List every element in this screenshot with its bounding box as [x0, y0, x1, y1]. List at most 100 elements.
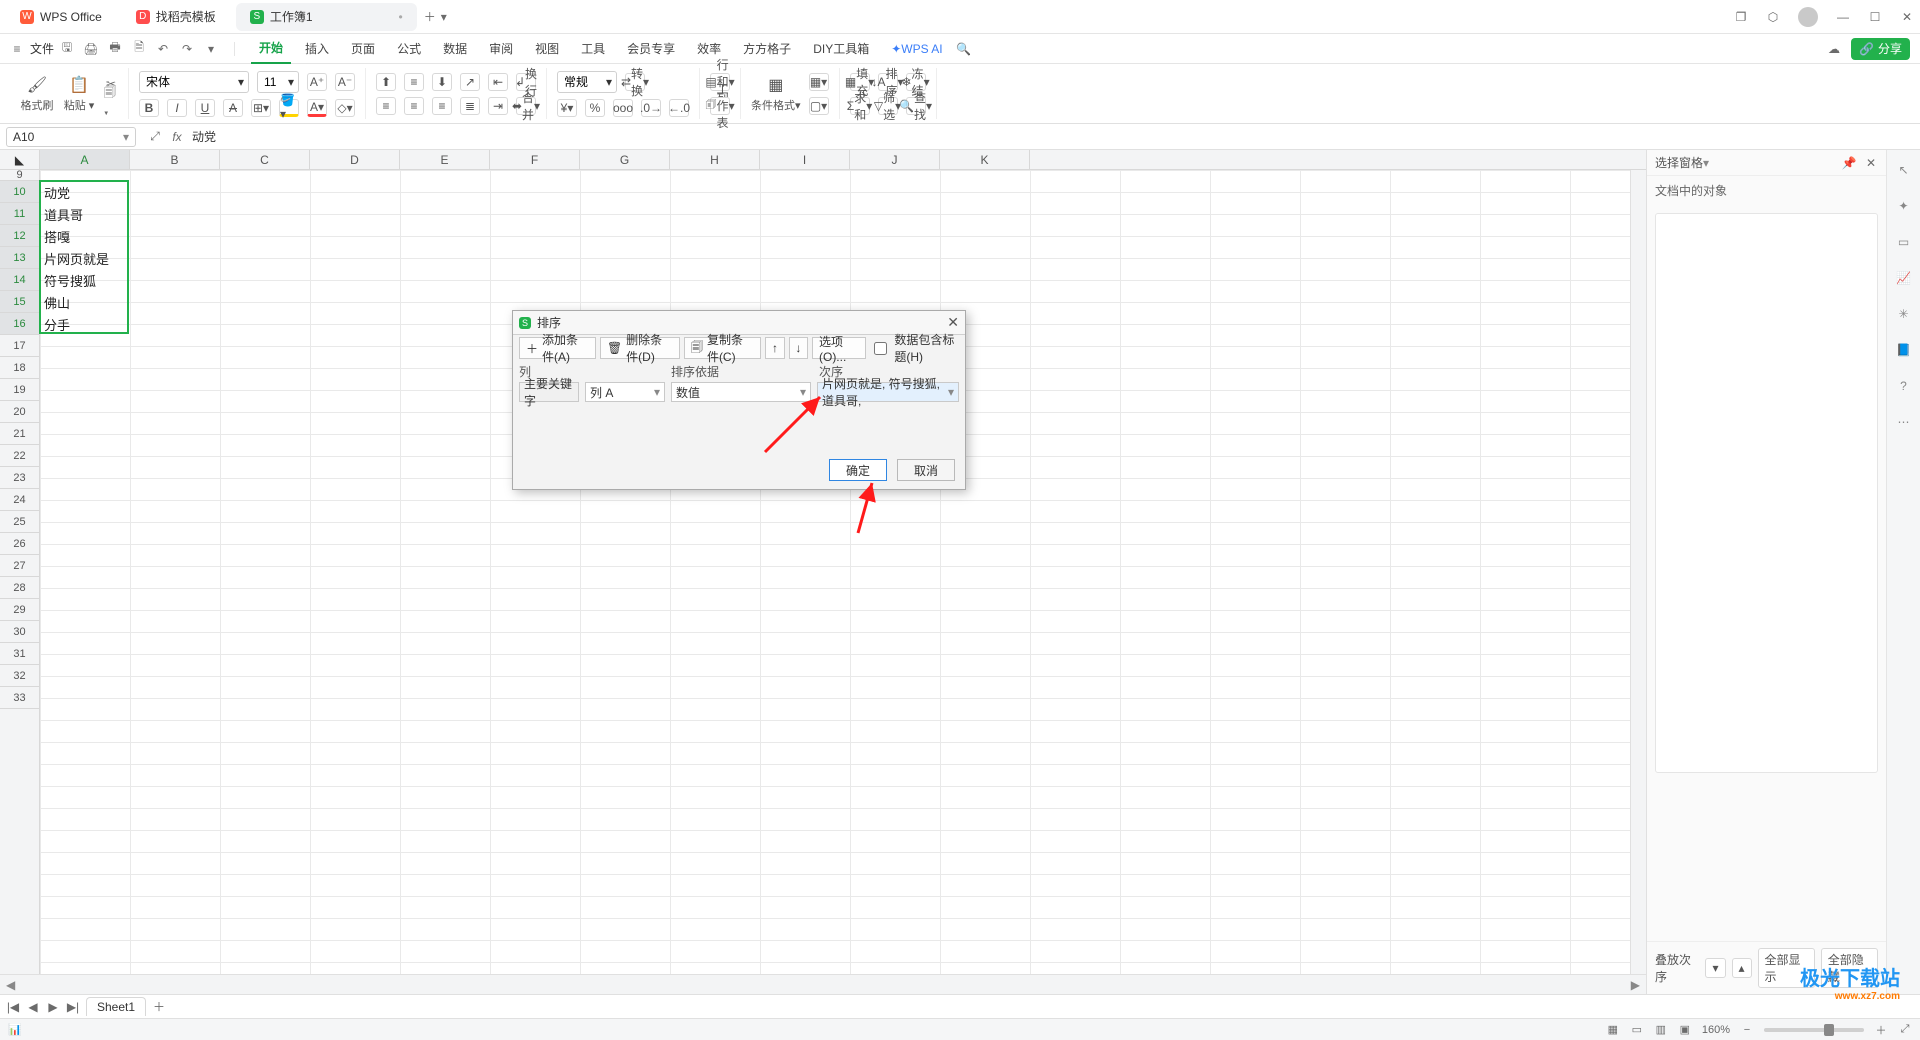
expand-fx-icon[interactable]: ⤢	[148, 130, 162, 144]
row-header[interactable]: 31	[0, 643, 39, 665]
dec-inc-icon[interactable]: .0→	[641, 99, 661, 117]
cube-icon[interactable]: ⬡	[1766, 10, 1780, 24]
align-left-icon[interactable]: ≡	[376, 97, 396, 115]
cond-format-button[interactable]: ▦条件格式▾	[751, 69, 801, 119]
number-format-combo[interactable]: ▾	[557, 71, 617, 93]
help-icon[interactable]: ?	[1894, 376, 1914, 396]
column-header[interactable]: A	[40, 150, 130, 169]
tab-insert[interactable]: 插入	[297, 34, 337, 64]
column-header[interactable]: H	[670, 150, 760, 169]
border-button[interactable]: ⊞▾	[251, 99, 271, 117]
currency-icon[interactable]: ¥▾	[557, 99, 577, 117]
move-down-button[interactable]: ▾	[1705, 958, 1725, 978]
row-header[interactable]: 17	[0, 335, 39, 357]
tab-ai[interactable]: ✦ WPS AI	[883, 34, 950, 64]
copy-condition-button[interactable]: 🗐复制条件(C)	[684, 337, 761, 359]
row-header[interactable]: 24	[0, 489, 39, 511]
delete-condition-button[interactable]: 🗑删除条件(D)	[600, 337, 680, 359]
select-all-corner[interactable]: ◣	[0, 150, 40, 169]
paste-button[interactable]: 📋粘贴 ▾	[62, 69, 96, 119]
new-tab-icon[interactable]: ＋	[423, 10, 437, 24]
column-header[interactable]: J	[850, 150, 940, 169]
cell[interactable]: 符号搜狐	[40, 269, 130, 291]
clear-format-button[interactable]: ◇▾	[335, 99, 355, 117]
cell[interactable]: 分手	[40, 313, 130, 335]
move-up-condition[interactable]: ↑	[765, 337, 784, 359]
tab-formula[interactable]: 公式	[389, 34, 429, 64]
print-icon[interactable]: 🖶	[108, 42, 122, 56]
add-condition-button[interactable]: ＋添加条件(A)	[519, 337, 596, 359]
close-icon[interactable]: ✕	[1900, 10, 1914, 24]
row-header[interactable]: 19	[0, 379, 39, 401]
sort-options-button[interactable]: 选项(O)...	[812, 337, 866, 359]
font-name-combo[interactable]: ▾	[139, 71, 249, 93]
row-header[interactable]: 9	[0, 170, 39, 181]
zoom-out-icon[interactable]: −	[1740, 1023, 1754, 1037]
formula-bar[interactable]: ⤢ fx 动党	[142, 128, 1920, 145]
avatar[interactable]	[1798, 7, 1818, 27]
add-sheet-icon[interactable]: ＋	[152, 1000, 166, 1014]
row-header[interactable]: 27	[0, 555, 39, 577]
sheet-last-icon[interactable]: ▶|	[66, 1000, 80, 1014]
panel-close-icon[interactable]: ✕	[1864, 156, 1878, 170]
merge-button[interactable]: ⬌ 合并▾	[516, 97, 536, 115]
zoom-slider[interactable]	[1764, 1028, 1864, 1032]
tab-review[interactable]: 审阅	[481, 34, 521, 64]
zoom-value[interactable]: 160%	[1702, 1024, 1730, 1036]
qat-more-icon[interactable]: ▾	[204, 42, 218, 56]
fx-icon[interactable]: fx	[170, 130, 184, 144]
row-header[interactable]: 22	[0, 445, 39, 467]
sheet-tab[interactable]: Sheet1	[86, 997, 146, 1016]
row-header[interactable]: 20	[0, 401, 39, 423]
cell-style-icon[interactable]: ▢▾	[809, 97, 829, 115]
column-header[interactable]: K	[940, 150, 1030, 169]
move-up-button[interactable]: ▴	[1732, 958, 1752, 978]
view-normal-icon[interactable]: ▦	[1606, 1023, 1620, 1037]
titlebar-tab-templates[interactable]: D 找稻壳模板	[122, 3, 230, 31]
align-top-icon[interactable]: ⬆	[376, 73, 396, 91]
object-list[interactable]	[1655, 213, 1878, 773]
sort-column-combo[interactable]: 列 A▾	[585, 382, 665, 402]
sheet-first-icon[interactable]: |◀	[6, 1000, 20, 1014]
search-icon[interactable]: 🔍	[957, 42, 971, 56]
align-justify-icon[interactable]: ≣	[460, 97, 480, 115]
indent-dec-icon[interactable]: ⇤	[488, 73, 508, 91]
book-icon[interactable]: 📘	[1894, 340, 1914, 360]
column-header[interactable]: F	[490, 150, 580, 169]
name-box[interactable]: A10 ▾	[6, 127, 136, 147]
cell[interactable]: 片网页就是	[40, 247, 130, 269]
ok-button[interactable]: 确定	[829, 459, 887, 481]
row-header[interactable]: 33	[0, 687, 39, 709]
row-header[interactable]: 25	[0, 511, 39, 533]
fullscreen-icon[interactable]: ⤢	[1898, 1023, 1912, 1037]
column-header[interactable]: I	[760, 150, 850, 169]
cell[interactable]: 佛山	[40, 291, 130, 313]
maximize-icon[interactable]: ☐	[1868, 10, 1882, 24]
column-header[interactable]: G	[580, 150, 670, 169]
tab-member[interactable]: 会员专享	[619, 34, 683, 64]
row-header[interactable]: 13	[0, 247, 39, 269]
column-header[interactable]: B	[130, 150, 220, 169]
table-style-icon[interactable]: ▦▾	[809, 73, 829, 91]
column-header[interactable]: C	[220, 150, 310, 169]
font-grow-icon[interactable]: A⁺	[307, 73, 327, 91]
align-right-icon[interactable]: ≡	[432, 97, 452, 115]
pin-icon[interactable]: 📌	[1842, 156, 1856, 170]
sort-order-combo[interactable]: 片网页就是, 符号搜狐, 道具哥,▾	[817, 382, 959, 402]
minimize-icon[interactable]: —	[1836, 10, 1850, 24]
row-header[interactable]: 15	[0, 291, 39, 313]
cell[interactable]: 搭嘎	[40, 225, 130, 247]
underline-button[interactable]: U	[195, 99, 215, 117]
move-down-condition[interactable]: ↓	[789, 337, 808, 359]
row-header[interactable]: 10	[0, 181, 39, 203]
view-read-icon[interactable]: ▣	[1678, 1023, 1692, 1037]
tab-menu-icon[interactable]: ▾	[437, 10, 451, 24]
sheet-prev-icon[interactable]: ◀	[26, 1000, 40, 1014]
row-header[interactable]: 12	[0, 225, 39, 247]
filter-button[interactable]: ▽ 筛选▾	[878, 97, 898, 115]
percent-icon[interactable]: %	[585, 99, 605, 117]
save-icon[interactable]: 🖫	[60, 42, 74, 56]
sum-button[interactable]: Σ 求和▾	[850, 97, 870, 115]
sheet-next-icon[interactable]: ▶	[46, 1000, 60, 1014]
cell[interactable]: 道具哥	[40, 203, 130, 225]
